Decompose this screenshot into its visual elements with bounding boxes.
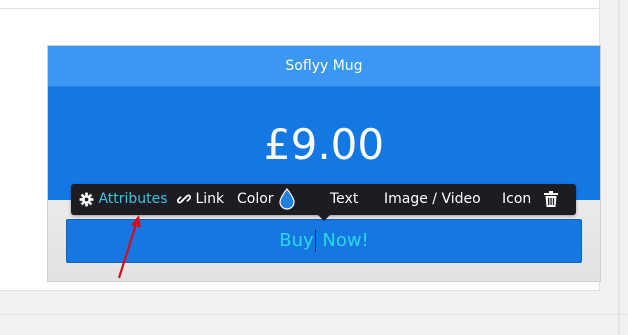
toolbar-text-button[interactable]: Text — [330, 184, 358, 215]
trash-icon — [544, 191, 558, 207]
buy-label-start: Buy — [279, 230, 314, 251]
card-title[interactable]: Soflyy Mug — [48, 46, 600, 87]
link-icon — [176, 191, 195, 207]
buy-label-end: Now! — [316, 230, 369, 251]
bottom-divider — [0, 314, 628, 315]
toolbar-color-label: Color — [237, 191, 274, 207]
toolbar-icon-button[interactable]: Icon — [502, 184, 531, 215]
toolbar-attributes-button[interactable]: Attributes — [79, 184, 168, 215]
text-caret — [314, 230, 316, 252]
toolbar-delete-button[interactable] — [544, 184, 558, 215]
toolbar-attributes-label: Attributes — [98, 191, 168, 207]
annotation-arrow — [117, 215, 141, 279]
toolbar-image-video-button[interactable]: Image / Video — [384, 184, 481, 215]
page-panel: Soflyy Mug £9.00 Buy Now! — [0, 0, 601, 291]
top-divider — [0, 8, 600, 9]
toolbar-color-button[interactable]: Color — [237, 184, 296, 215]
scroll-edge — [618, 0, 620, 335]
gear-icon — [79, 191, 98, 207]
color-drop-icon — [278, 188, 296, 210]
toolbar-link-button[interactable]: Link — [176, 184, 225, 215]
toolbar-link-label: Link — [195, 191, 225, 207]
editor-toolbar: Attributes Link Color Text Image / Video… — [71, 184, 576, 221]
